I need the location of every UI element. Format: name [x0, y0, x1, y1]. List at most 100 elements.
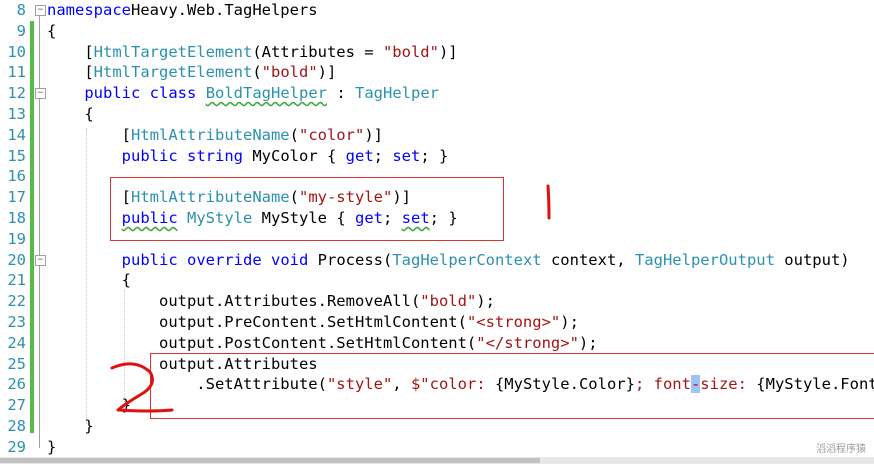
code-text: public string MyColor { get; set; }	[47, 146, 449, 167]
code-token: TagHelper	[355, 84, 440, 103]
code-token: )]	[364, 125, 383, 144]
code-line[interactable]: 12− public class BoldTagHelper : TagHelp…	[0, 83, 874, 104]
code-token: set	[392, 146, 421, 165]
line-number: 8	[16, 1, 26, 19]
code-token: output.PostContent.SetHtmlContent(	[47, 333, 477, 352]
code-text: }	[47, 437, 56, 457]
code-text: public class BoldTagHelper : TagHelper	[47, 83, 439, 104]
code-line[interactable]: 10 [HtmlTargetElement(Attributes = "bold…	[0, 42, 874, 63]
code-token: class	[149, 84, 197, 103]
line-number: 10	[7, 42, 26, 61]
code-token: get	[345, 146, 374, 165]
code-line[interactable]: 14 [HtmlAttributeName("color")]	[0, 125, 874, 146]
code-token: {	[47, 271, 131, 290]
code-token: "</strong>"	[476, 333, 579, 352]
line-number: 24	[7, 333, 26, 352]
collapse-icon[interactable]: −	[35, 254, 46, 266]
code-line[interactable]: 18 public MyStyle MyStyle { get; set; }	[0, 208, 874, 229]
code-text: [HtmlTargetElement(Attributes = "bold")]	[47, 42, 458, 63]
code-text: .SetAttribute("style", $"color: {MyStyle…	[47, 374, 874, 395]
line-number: 14	[7, 125, 26, 144]
collapse-icon[interactable]: −	[35, 5, 46, 16]
code-line[interactable]: 16	[0, 166, 874, 187]
code-token: output.Attributes.RemoveAll(	[47, 292, 421, 311]
collapse-icon[interactable]: −	[35, 88, 46, 100]
code-token: (	[289, 188, 299, 207]
code-token: )]	[317, 63, 337, 82]
code-token: [	[47, 188, 131, 207]
code-line[interactable]: 28 }	[0, 416, 874, 437]
code-token: BoldTagHelper	[205, 84, 328, 103]
code-line[interactable]: 9{	[0, 21, 874, 42]
code-token: public	[121, 250, 178, 269]
code-token: namespace	[47, 1, 131, 19]
code-token: MyColor {	[243, 146, 346, 165]
horizontal-scrollbar[interactable]	[0, 457, 874, 464]
code-line[interactable]: 27 }	[0, 395, 874, 416]
code-token: output.Attributes	[47, 354, 318, 373]
code-token: -	[690, 375, 701, 394]
code-token: "my-style"	[298, 188, 393, 207]
code-editor[interactable]: 8− namespaceHeavy.Web.TagHelpers 9{10 [Htm…	[0, 0, 874, 457]
code-token: override	[187, 250, 262, 269]
code-text: [HtmlAttributeName("my-style")]	[47, 187, 411, 208]
code-token: ;	[373, 146, 393, 165]
code-token: }	[47, 417, 94, 435]
code-token: .SetAttribute(	[47, 375, 327, 394]
line-number: 13	[7, 105, 26, 123]
code-token: size:	[700, 375, 757, 394]
code-token: "bold"	[382, 42, 439, 61]
code-token: {MyStyle.Color}	[494, 375, 635, 394]
code-token: set	[401, 209, 430, 227]
code-line[interactable]: 29}	[0, 437, 874, 457]
code-line[interactable]: 19	[0, 229, 874, 250]
code-token: void	[271, 250, 309, 269]
code-token: ; }	[420, 146, 449, 165]
scrollbar-thumb[interactable]	[0, 458, 540, 463]
code-token: context,	[541, 250, 635, 269]
code-text: }	[47, 395, 131, 416]
code-token: )]	[438, 42, 458, 61]
line-number: 12	[7, 84, 26, 103]
code-text: public MyStyle MyStyle { get; set; }	[47, 208, 458, 229]
code-line[interactable]: 20− public override void Process(TagHelp…	[0, 250, 874, 271]
code-line[interactable]: 26 .SetAttribute("style", $"color: {MySt…	[0, 374, 874, 395]
code-text: namespaceHeavy.Web.TagHelpers	[47, 0, 318, 21]
code-line[interactable]: 22 output.Attributes.RemoveAll("bold");	[0, 291, 874, 312]
code-line[interactable]: 25 output.Attributes	[0, 354, 874, 375]
code-token: (	[252, 63, 262, 82]
code-token: }	[47, 396, 131, 415]
code-line[interactable]: 23 output.PreContent.SetHtmlContent("<st…	[0, 312, 874, 333]
code-token: ; }	[429, 209, 458, 227]
line-number: 9	[16, 21, 26, 40]
code-text: [HtmlAttributeName("color")]	[47, 125, 383, 146]
code-text: {	[47, 104, 93, 125]
line-number: 29	[7, 437, 26, 456]
code-line[interactable]: 24 output.PostContent.SetHtmlContent("</…	[0, 333, 874, 354]
code-token: output.PreContent.SetHtmlContent(	[47, 313, 467, 331]
code-line[interactable]: 21 {	[0, 270, 874, 291]
code-line[interactable]: 8− namespaceHeavy.Web.TagHelpers	[0, 0, 874, 21]
code-token: "bold"	[261, 63, 318, 82]
code-line[interactable]: 15 public string MyColor { get; set; }	[0, 146, 874, 167]
code-token: ;	[382, 209, 402, 227]
code-text: [HtmlTargetElement("bold")]	[47, 62, 336, 83]
line-number: 25	[7, 354, 26, 373]
code-text: public override void Process(TagHelperCo…	[47, 250, 850, 271]
code-token: [	[47, 42, 94, 61]
code-token: "<strong>"	[466, 313, 561, 331]
code-token: );	[560, 313, 579, 331]
code-line[interactable]: 17 [HtmlAttributeName("my-style")]	[0, 187, 874, 208]
code-token: ,	[392, 375, 411, 394]
line-number: 26	[7, 375, 26, 394]
code-token: $"color:	[410, 375, 495, 394]
code-token: "style"	[326, 375, 393, 394]
code-line[interactable]: 13 {	[0, 104, 874, 125]
code-line[interactable]: 11 [HtmlTargetElement("bold")]	[0, 62, 874, 83]
line-number: 17	[7, 188, 26, 207]
